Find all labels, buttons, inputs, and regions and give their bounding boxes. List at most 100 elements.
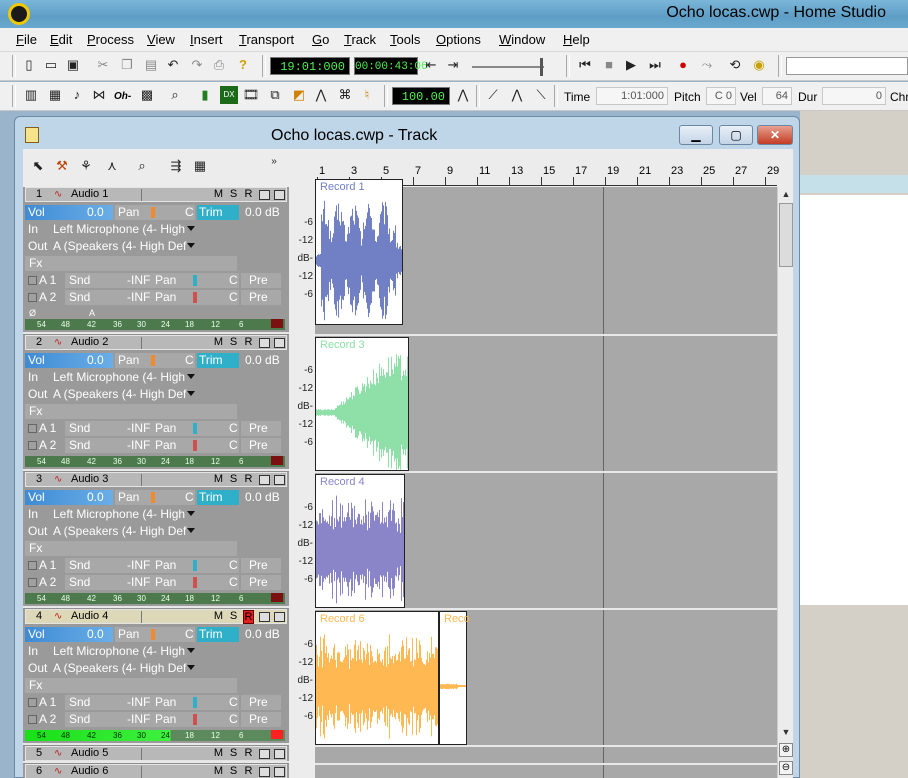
send-enable-checkbox[interactable] <box>28 578 37 587</box>
marker-select[interactable] <box>786 57 908 75</box>
solo-button[interactable]: S <box>228 336 239 348</box>
loop-start-icon[interactable]: ⇤ <box>422 56 440 74</box>
toolbar-grip[interactable] <box>12 85 16 107</box>
toolbar-grip[interactable] <box>12 55 16 77</box>
position-slider-track[interactable] <box>472 66 544 68</box>
record-mode-icon[interactable]: ⤳ <box>698 56 716 74</box>
pan-slider[interactable]: Pan <box>115 490 195 505</box>
mute-button[interactable]: M <box>213 473 224 485</box>
mute-button[interactable]: M <box>213 336 224 348</box>
trim-slider[interactable]: Trim <box>197 353 239 368</box>
menu-insert[interactable]: Insert <box>190 32 223 47</box>
send-enable-checkbox[interactable] <box>28 561 37 570</box>
track-maximize-icon[interactable] <box>274 767 285 777</box>
track-header[interactable]: 3 ∿ Audio 3 M S R <box>25 472 287 487</box>
send-enable-checkbox[interactable] <box>28 293 37 302</box>
track-maximize-icon[interactable] <box>274 338 285 348</box>
mute-button[interactable]: M <box>213 765 224 777</box>
maximize-button[interactable]: ▢ <box>719 125 753 145</box>
audio-clip[interactable]: Record 4 <box>315 474 405 608</box>
split-tool-icon[interactable]: ⚒ <box>53 157 71 175</box>
audio-clip[interactable]: Record 3 <box>315 337 409 471</box>
arm-button[interactable]: R <box>243 188 254 200</box>
scroll-down-icon[interactable]: ▼ <box>779 725 793 739</box>
clip-indicator[interactable] <box>271 319 283 328</box>
time-display[interactable]: 19:01:000 <box>270 57 350 75</box>
solo-button[interactable]: S <box>228 747 239 759</box>
snap-grid-icon[interactable]: ⌘ <box>336 86 354 104</box>
redo-icon[interactable]: ↷ <box>188 56 206 74</box>
track-maximize-icon[interactable] <box>274 190 285 200</box>
track-window-icon[interactable] <box>25 127 39 143</box>
arm-button[interactable]: R <box>243 473 254 485</box>
chevron-down-icon[interactable] <box>187 374 195 379</box>
chevron-down-icon[interactable] <box>187 511 195 516</box>
event-list-icon[interactable]: Oh- <box>114 91 131 102</box>
print-icon[interactable]: ⎙ <box>210 56 228 74</box>
track-minimize-icon[interactable] <box>259 475 270 485</box>
send-enable-checkbox[interactable] <box>28 698 37 707</box>
track-minimize-icon[interactable] <box>259 190 270 200</box>
track-header[interactable]: 2 ∿ Audio 2 M S R <box>25 335 287 350</box>
menu-track[interactable]: Track <box>344 32 376 47</box>
menu-transport[interactable]: Transport <box>239 32 294 47</box>
solo-button[interactable]: S <box>228 188 239 200</box>
clips-pane[interactable]: Record 1 Record 3 Record 4 Record 6 Reco <box>315 179 777 778</box>
phase-button[interactable]: Ø <box>29 308 36 318</box>
volume-slider[interactable]: Vol 0.0 <box>25 490 113 505</box>
drum-map-icon[interactable]: ▩ <box>138 86 156 104</box>
zoom-out-icon[interactable]: ⊖ <box>779 761 793 775</box>
pan-slider[interactable]: Pan <box>115 205 195 220</box>
clip-indicator[interactable] <box>271 593 283 602</box>
track-minimize-icon[interactable] <box>259 338 270 348</box>
minimize-button[interactable]: ▁ <box>679 125 713 145</box>
audio-clip[interactable]: Reco <box>439 611 470 745</box>
trim-slider[interactable]: Trim <box>197 490 239 505</box>
envelope-tool-icon[interactable]: ⋀ <box>312 86 330 104</box>
toolbar-grip[interactable] <box>566 55 570 77</box>
select-tool-icon[interactable]: ⬉ <box>29 157 47 175</box>
grid-view-icon[interactable]: ▦ <box>191 157 209 175</box>
paste-icon[interactable]: ▤ <box>142 56 160 74</box>
menu-edit[interactable]: Edit <box>50 32 72 47</box>
console-view-icon[interactable]: ▥ <box>22 86 40 104</box>
track-maximize-icon[interactable] <box>274 475 285 485</box>
stop-icon[interactable]: ■ <box>600 56 618 74</box>
track-maximize-icon[interactable] <box>274 612 285 622</box>
scroll-up-icon[interactable]: ▲ <box>779 187 793 201</box>
position-slider-thumb[interactable] <box>540 58 543 76</box>
arm-button[interactable]: R <box>243 747 254 759</box>
zoom-tool-icon[interactable]: ⌕ <box>133 157 151 175</box>
open-folder-icon[interactable]: ▭ <box>42 56 60 74</box>
track-minimize-icon[interactable] <box>259 612 270 622</box>
input-select[interactable]: Left Microphone (4- High <box>52 644 196 659</box>
send-enable-checkbox[interactable] <box>28 441 37 450</box>
menu-go[interactable]: Go <box>312 32 329 47</box>
toolbar-grip[interactable] <box>384 85 388 107</box>
pan-slider[interactable]: Pan <box>115 353 195 368</box>
track-name[interactable]: Audio 3 <box>71 473 108 485</box>
zoom-view-icon[interactable]: ⌕ <box>166 86 184 104</box>
fx-bin[interactable]: Fx <box>25 541 237 556</box>
tempo-ramp-icon[interactable]: ⋀ <box>454 86 472 104</box>
arm-button[interactable]: R <box>243 336 254 348</box>
clip-indicator[interactable] <box>271 730 283 739</box>
staff-view-icon[interactable]: ♪ <box>68 86 86 104</box>
markers-icon[interactable]: ▮ <box>196 86 214 104</box>
track-restore-icon[interactable] <box>259 749 270 759</box>
loop-end-icon[interactable]: ⇥ <box>444 56 462 74</box>
menu-file[interactable]: File <box>16 32 37 47</box>
zoom-in-icon[interactable]: ⊕ <box>779 743 793 757</box>
chevron-down-icon[interactable] <box>187 648 195 653</box>
video-icon[interactable]: DX <box>220 86 238 104</box>
send-enable-checkbox[interactable] <box>28 715 37 724</box>
toolbar-grip[interactable] <box>778 55 782 77</box>
clip-indicator[interactable] <box>271 456 283 465</box>
tempo-view-icon[interactable]: ⧉ <box>266 86 284 104</box>
send-enable-checkbox[interactable] <box>28 276 37 285</box>
snap-icon[interactable]: ⇶ <box>167 157 185 175</box>
chevron-down-icon[interactable] <box>187 528 195 533</box>
volume-slider[interactable]: Vol 0.0 <box>25 205 113 220</box>
time-field[interactable]: 1:01:000 <box>596 87 668 105</box>
velocity-field[interactable]: 64 <box>762 87 792 105</box>
